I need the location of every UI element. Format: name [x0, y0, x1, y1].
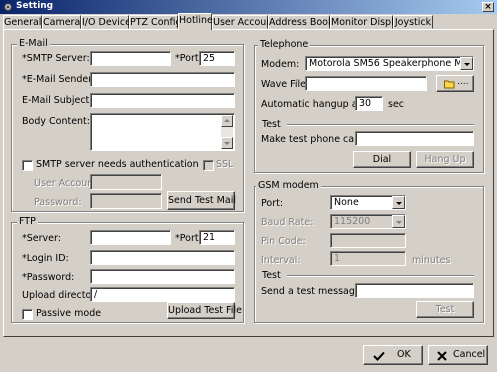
ok-button[interactable]: OK — [363, 345, 423, 365]
email-subject-input[interactable] — [90, 93, 235, 108]
ftp-login-input[interactable] — [90, 250, 235, 265]
ftp-login-label: *Login ID: — [22, 253, 69, 264]
tab-joystick[interactable]: Joystick — [393, 15, 433, 29]
email-port-label: *Port: — [175, 53, 202, 64]
baud-rate-label: Baud Rate: — [261, 217, 314, 228]
ftp-port-input[interactable]: 21 — [199, 230, 235, 245]
email-port-input[interactable]: 25 — [199, 51, 235, 66]
upload-test-file-button[interactable]: Upload Test File — [167, 302, 242, 319]
ssl-checkbox[interactable] — [203, 160, 214, 171]
email-sender-label: *E-Mail Sender: — [22, 74, 96, 85]
tab-io-device[interactable]: I/O Device — [81, 15, 131, 29]
smtp-server-input[interactable] — [90, 51, 171, 66]
gsm-port-dropdown[interactable]: None — [330, 195, 406, 210]
hangup-input[interactable]: 30 — [355, 96, 383, 111]
tab-general[interactable]: General — [3, 15, 42, 29]
send-test-message-input[interactable] — [355, 283, 474, 298]
gsm-test-divider — [287, 275, 474, 277]
hangup-unit: sec — [388, 99, 405, 110]
ftp-server-label: *Server: — [22, 233, 61, 244]
smtp-auth-checkbox[interactable] — [22, 160, 33, 171]
email-group-label: E-Mail — [17, 38, 50, 49]
scroll-down-arrow-icon[interactable] — [221, 137, 233, 149]
gsm-port-value: None — [334, 197, 359, 208]
modem-dropdown[interactable]: Motorola SM56 Speakerphone Modem — [305, 56, 474, 71]
ftp-password-label: *Password: — [22, 272, 75, 283]
baud-rate-value: 115200 — [334, 216, 371, 227]
title-bar[interactable]: Setting × — [0, 0, 497, 14]
ok-label: OK — [397, 349, 411, 360]
telephone-test-divider — [287, 124, 474, 126]
ftp-server-input[interactable] — [90, 230, 171, 245]
dial-button[interactable]: Dial — [353, 151, 411, 168]
smtp-auth-label: SMTP server needs authentication — [36, 159, 199, 170]
gsm-port-label: Port: — [261, 198, 284, 209]
close-button[interactable]: × — [482, 2, 494, 12]
send-test-mail-button[interactable]: Send Test Mail — [167, 191, 236, 210]
body-scrollbar[interactable] — [221, 115, 233, 149]
scroll-up-arrow-icon[interactable] — [221, 115, 233, 127]
browse-dots: .... — [457, 77, 469, 87]
gsm-test-label: Test — [262, 270, 281, 281]
body-content-label: Body Content: — [22, 116, 90, 127]
tab-user-account[interactable]: User Account — [212, 15, 276, 29]
email-sender-input[interactable] — [90, 72, 235, 87]
interval-unit: minutes — [412, 255, 451, 266]
checkmark-icon — [373, 351, 385, 361]
tab-ptz-config[interactable]: PTZ Config — [129, 15, 182, 29]
close-icon — [437, 351, 447, 361]
test-call-input[interactable] — [355, 131, 474, 146]
modem-value: Motorola SM56 Speakerphone Modem — [309, 58, 474, 69]
window-title: Setting — [16, 1, 54, 11]
chevron-down-icon[interactable] — [392, 215, 405, 228]
hang-up-button[interactable]: Hang Up — [416, 151, 474, 168]
baud-rate-dropdown[interactable]: 115200 — [330, 214, 406, 229]
wave-file-label: Wave File: — [261, 79, 310, 90]
user-account-input[interactable] — [90, 174, 162, 190]
chevron-down-icon[interactable] — [460, 57, 473, 70]
ssl-label: SSL — [216, 159, 234, 170]
cancel-button[interactable]: Cancel — [428, 345, 488, 365]
telephone-group-label: Telephone — [258, 39, 311, 50]
telephone-test-label: Test — [262, 119, 281, 130]
pin-code-input[interactable] — [330, 233, 406, 248]
modem-label: Modem: — [261, 59, 300, 70]
tab-address-book[interactable]: Address Book — [268, 15, 334, 29]
passive-mode-checkbox[interactable] — [22, 309, 33, 320]
browse-wave-button[interactable]: .... — [436, 75, 474, 92]
ftp-group-label: FTP — [17, 216, 38, 227]
wave-file-input[interactable] — [305, 76, 427, 91]
password-label: Password: — [34, 197, 82, 208]
cancel-label: Cancel — [453, 349, 486, 360]
smtp-server-label: *SMTP Server: — [22, 53, 90, 64]
ftp-password-input[interactable] — [90, 269, 235, 284]
tab-camera[interactable]: Camera — [42, 15, 81, 29]
gsm-test-button[interactable]: Test — [416, 301, 474, 318]
ftp-port-label: *Port: — [175, 233, 202, 244]
tab-hotline[interactable]: Hotline — [178, 13, 213, 30]
pin-code-label: Pin Code: — [261, 236, 306, 247]
email-subject-label: E-Mail Subject: — [22, 95, 93, 106]
password-input[interactable] — [90, 193, 162, 209]
tab-monitor-display[interactable]: Monitor Display — [330, 15, 405, 29]
chevron-down-icon[interactable] — [392, 196, 405, 209]
folder-icon — [444, 80, 455, 89]
body-content-textarea[interactable] — [90, 113, 235, 151]
gear-icon — [4, 3, 12, 11]
upload-directory-input[interactable]: / — [90, 287, 235, 302]
passive-mode-label: Passive mode — [36, 308, 102, 319]
interval-label: Interval: — [261, 255, 301, 266]
gsm-group-label: GSM modem — [256, 180, 321, 191]
interval-input[interactable]: 1 — [330, 251, 406, 266]
